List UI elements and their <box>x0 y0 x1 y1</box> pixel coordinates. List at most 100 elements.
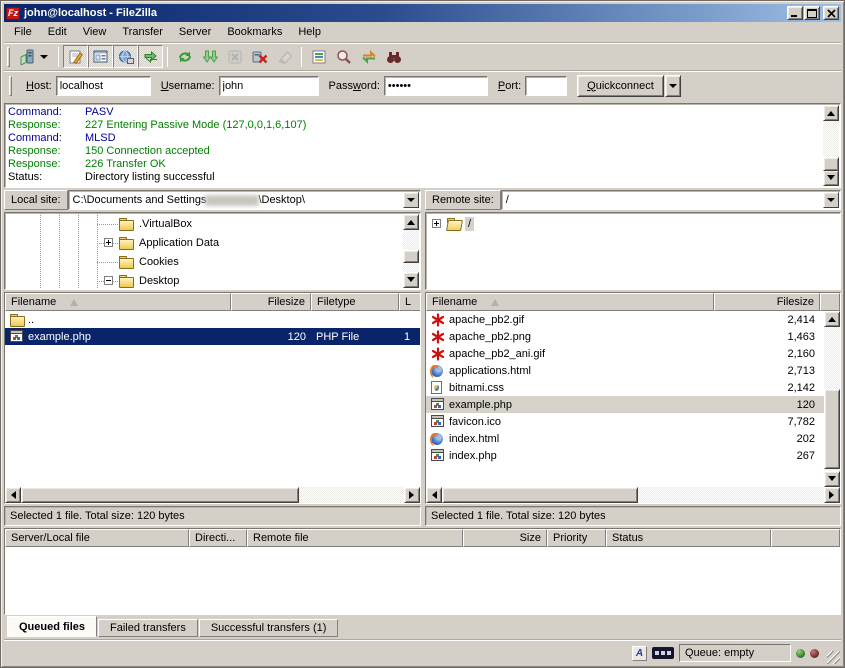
remote-row-index-php[interactable]: index.php267 <box>426 447 824 464</box>
queue-column-header-server-local-file[interactable]: Server/Local file <box>5 529 189 547</box>
queue-column-header-status[interactable]: Status <box>606 529 771 547</box>
password-input[interactable] <box>384 76 488 96</box>
tree-item-application-data[interactable]: Application Data <box>5 234 420 253</box>
menu-help[interactable]: Help <box>290 23 329 41</box>
menu-view[interactable]: View <box>75 23 115 41</box>
synchronized-browsing-icon <box>361 49 377 65</box>
remote-row-apache-pb2-png[interactable]: apache_pb2.png1,463 <box>426 328 824 345</box>
queue-column-header-size[interactable]: Size <box>463 529 547 547</box>
cell-name: apache_pb2.png <box>426 328 714 345</box>
menu-server[interactable]: Server <box>171 23 219 41</box>
remote-row-applications-html[interactable]: applications.html2,713 <box>426 362 824 379</box>
scroll-up-button[interactable] <box>824 311 840 327</box>
remote-row-apache-pb2-gif[interactable]: apache_pb2.gif2,414 <box>426 311 824 328</box>
quickconnect-dropdown-button[interactable] <box>665 75 681 97</box>
local-column-header-filetype[interactable]: Filetype <box>311 293 399 311</box>
cancel-operation-button[interactable] <box>222 45 247 68</box>
toggle-remote-tree-button[interactable] <box>113 45 138 68</box>
directory-comparison-button[interactable] <box>331 45 356 68</box>
remote-row-example-php[interactable]: example.php120 <box>426 396 824 413</box>
local-column-header-filesize[interactable]: Filesize <box>231 293 311 311</box>
process-queue-button[interactable] <box>197 45 222 68</box>
expand-plus-icon[interactable] <box>432 219 441 228</box>
scroll-thumb[interactable] <box>824 389 840 469</box>
queue-column-header-directi[interactable]: Directi... <box>189 529 247 547</box>
queue-column-header-priority[interactable]: Priority <box>547 529 606 547</box>
toggle-local-tree-button[interactable] <box>88 45 113 68</box>
remote-row-bitnami-css[interactable]: bitnami.css2,142 <box>426 379 824 396</box>
local-site-row: Local site: C:\Documents and Settings\De… <box>4 190 421 210</box>
local-column-header-filename[interactable]: Filename <box>5 293 231 311</box>
local-row-item[interactable]: .. <box>5 311 420 328</box>
remote-list-scrollbar[interactable] <box>824 311 840 487</box>
scroll-left-button[interactable] <box>426 487 442 503</box>
tab-failed-transfers[interactable]: Failed transfers <box>98 619 198 637</box>
site-manager-dropdown-button[interactable] <box>39 45 54 68</box>
local-column-header-l[interactable]: L <box>399 293 421 311</box>
host-input[interactable] <box>56 76 151 96</box>
menu-file[interactable]: File <box>6 23 40 41</box>
port-input[interactable] <box>525 76 567 96</box>
scroll-track[interactable] <box>823 121 839 170</box>
scroll-right-button[interactable] <box>824 487 840 503</box>
cell-size: 2,414 <box>714 311 820 328</box>
scroll-left-button[interactable] <box>5 487 21 503</box>
toggle-transfer-queue-button[interactable] <box>138 45 163 68</box>
tree-item-virtualbox[interactable]: .VirtualBox <box>5 215 420 234</box>
menu-transfer[interactable]: Transfer <box>114 23 171 41</box>
remote-hscrollbar[interactable] <box>426 487 840 503</box>
scroll-up-button[interactable] <box>823 105 839 121</box>
tree-item-cookies[interactable]: Cookies <box>5 253 420 272</box>
scroll-right-button[interactable] <box>404 487 420 503</box>
data-type-ascii-icon: A <box>632 646 647 661</box>
local-site-combobox[interactable]: C:\Documents and Settings\Desktop\ <box>68 190 421 210</box>
scroll-down-button[interactable] <box>823 170 839 186</box>
remote-column-header-filesize[interactable]: Filesize <box>714 293 820 311</box>
username-label: Username: <box>161 80 215 92</box>
site-manager-button[interactable] <box>14 45 39 68</box>
minimize-button[interactable] <box>787 6 803 20</box>
close-button[interactable] <box>823 6 839 20</box>
column-header-label: L <box>405 296 411 308</box>
expand-plus-icon[interactable] <box>104 238 113 247</box>
remote-row-apache-pb2-ani-gif[interactable]: apache_pb2_ani.gif2,160 <box>426 345 824 362</box>
remote-row-index-html[interactable]: index.html202 <box>426 430 824 447</box>
menu-edit[interactable]: Edit <box>40 23 75 41</box>
clear-queue-button[interactable] <box>272 45 297 68</box>
remote-row-favicon-ico[interactable]: favicon.ico7,782 <box>426 413 824 430</box>
toolbar-grip[interactable] <box>7 47 10 67</box>
remote-column-header-filename[interactable]: Filename <box>426 293 714 311</box>
menu-bookmarks[interactable]: Bookmarks <box>219 23 290 41</box>
quickconnect-button[interactable]: Quickconnect <box>577 75 664 97</box>
synchronized-browsing-button[interactable] <box>356 45 381 68</box>
refresh-button[interactable] <box>172 45 197 68</box>
remote-site-combobox[interactable]: / <box>501 190 841 210</box>
scroll-track[interactable] <box>824 327 840 471</box>
scroll-track[interactable] <box>21 487 404 503</box>
disconnect-button[interactable] <box>247 45 272 68</box>
quickbar-grip[interactable] <box>9 76 12 96</box>
tree-item-item[interactable]: / <box>426 215 840 234</box>
log-scrollbar[interactable] <box>823 105 839 186</box>
username-input[interactable] <box>219 76 319 96</box>
resize-grip[interactable] <box>827 651 840 664</box>
tree-item-desktop[interactable]: Desktop <box>5 272 420 290</box>
local-hscrollbar[interactable] <box>5 487 420 503</box>
scroll-thumb[interactable] <box>442 487 638 503</box>
maximize-button[interactable] <box>804 6 820 20</box>
scroll-down-button[interactable] <box>824 471 840 487</box>
scroll-thumb[interactable] <box>823 157 839 171</box>
queue-column-header-remote-file[interactable]: Remote file <box>247 529 463 547</box>
local-site-dropdown-button[interactable] <box>403 192 419 208</box>
tab-successful-transfers-1[interactable]: Successful transfers (1) <box>199 619 339 637</box>
collapse-minus-icon[interactable] <box>104 276 113 285</box>
log-lines: Command:PASVResponse:227 Entering Passiv… <box>8 106 820 184</box>
tab-queued-files[interactable]: Queued files <box>7 616 97 637</box>
scroll-thumb[interactable] <box>21 487 299 503</box>
local-row-example-php[interactable]: example.php120PHP File1 <box>5 328 420 345</box>
filter-button[interactable] <box>306 45 331 68</box>
toggle-message-log-button[interactable] <box>63 45 88 68</box>
scroll-track[interactable] <box>442 487 824 503</box>
find-files-button[interactable] <box>381 45 406 68</box>
remote-site-dropdown-button[interactable] <box>823 192 839 208</box>
